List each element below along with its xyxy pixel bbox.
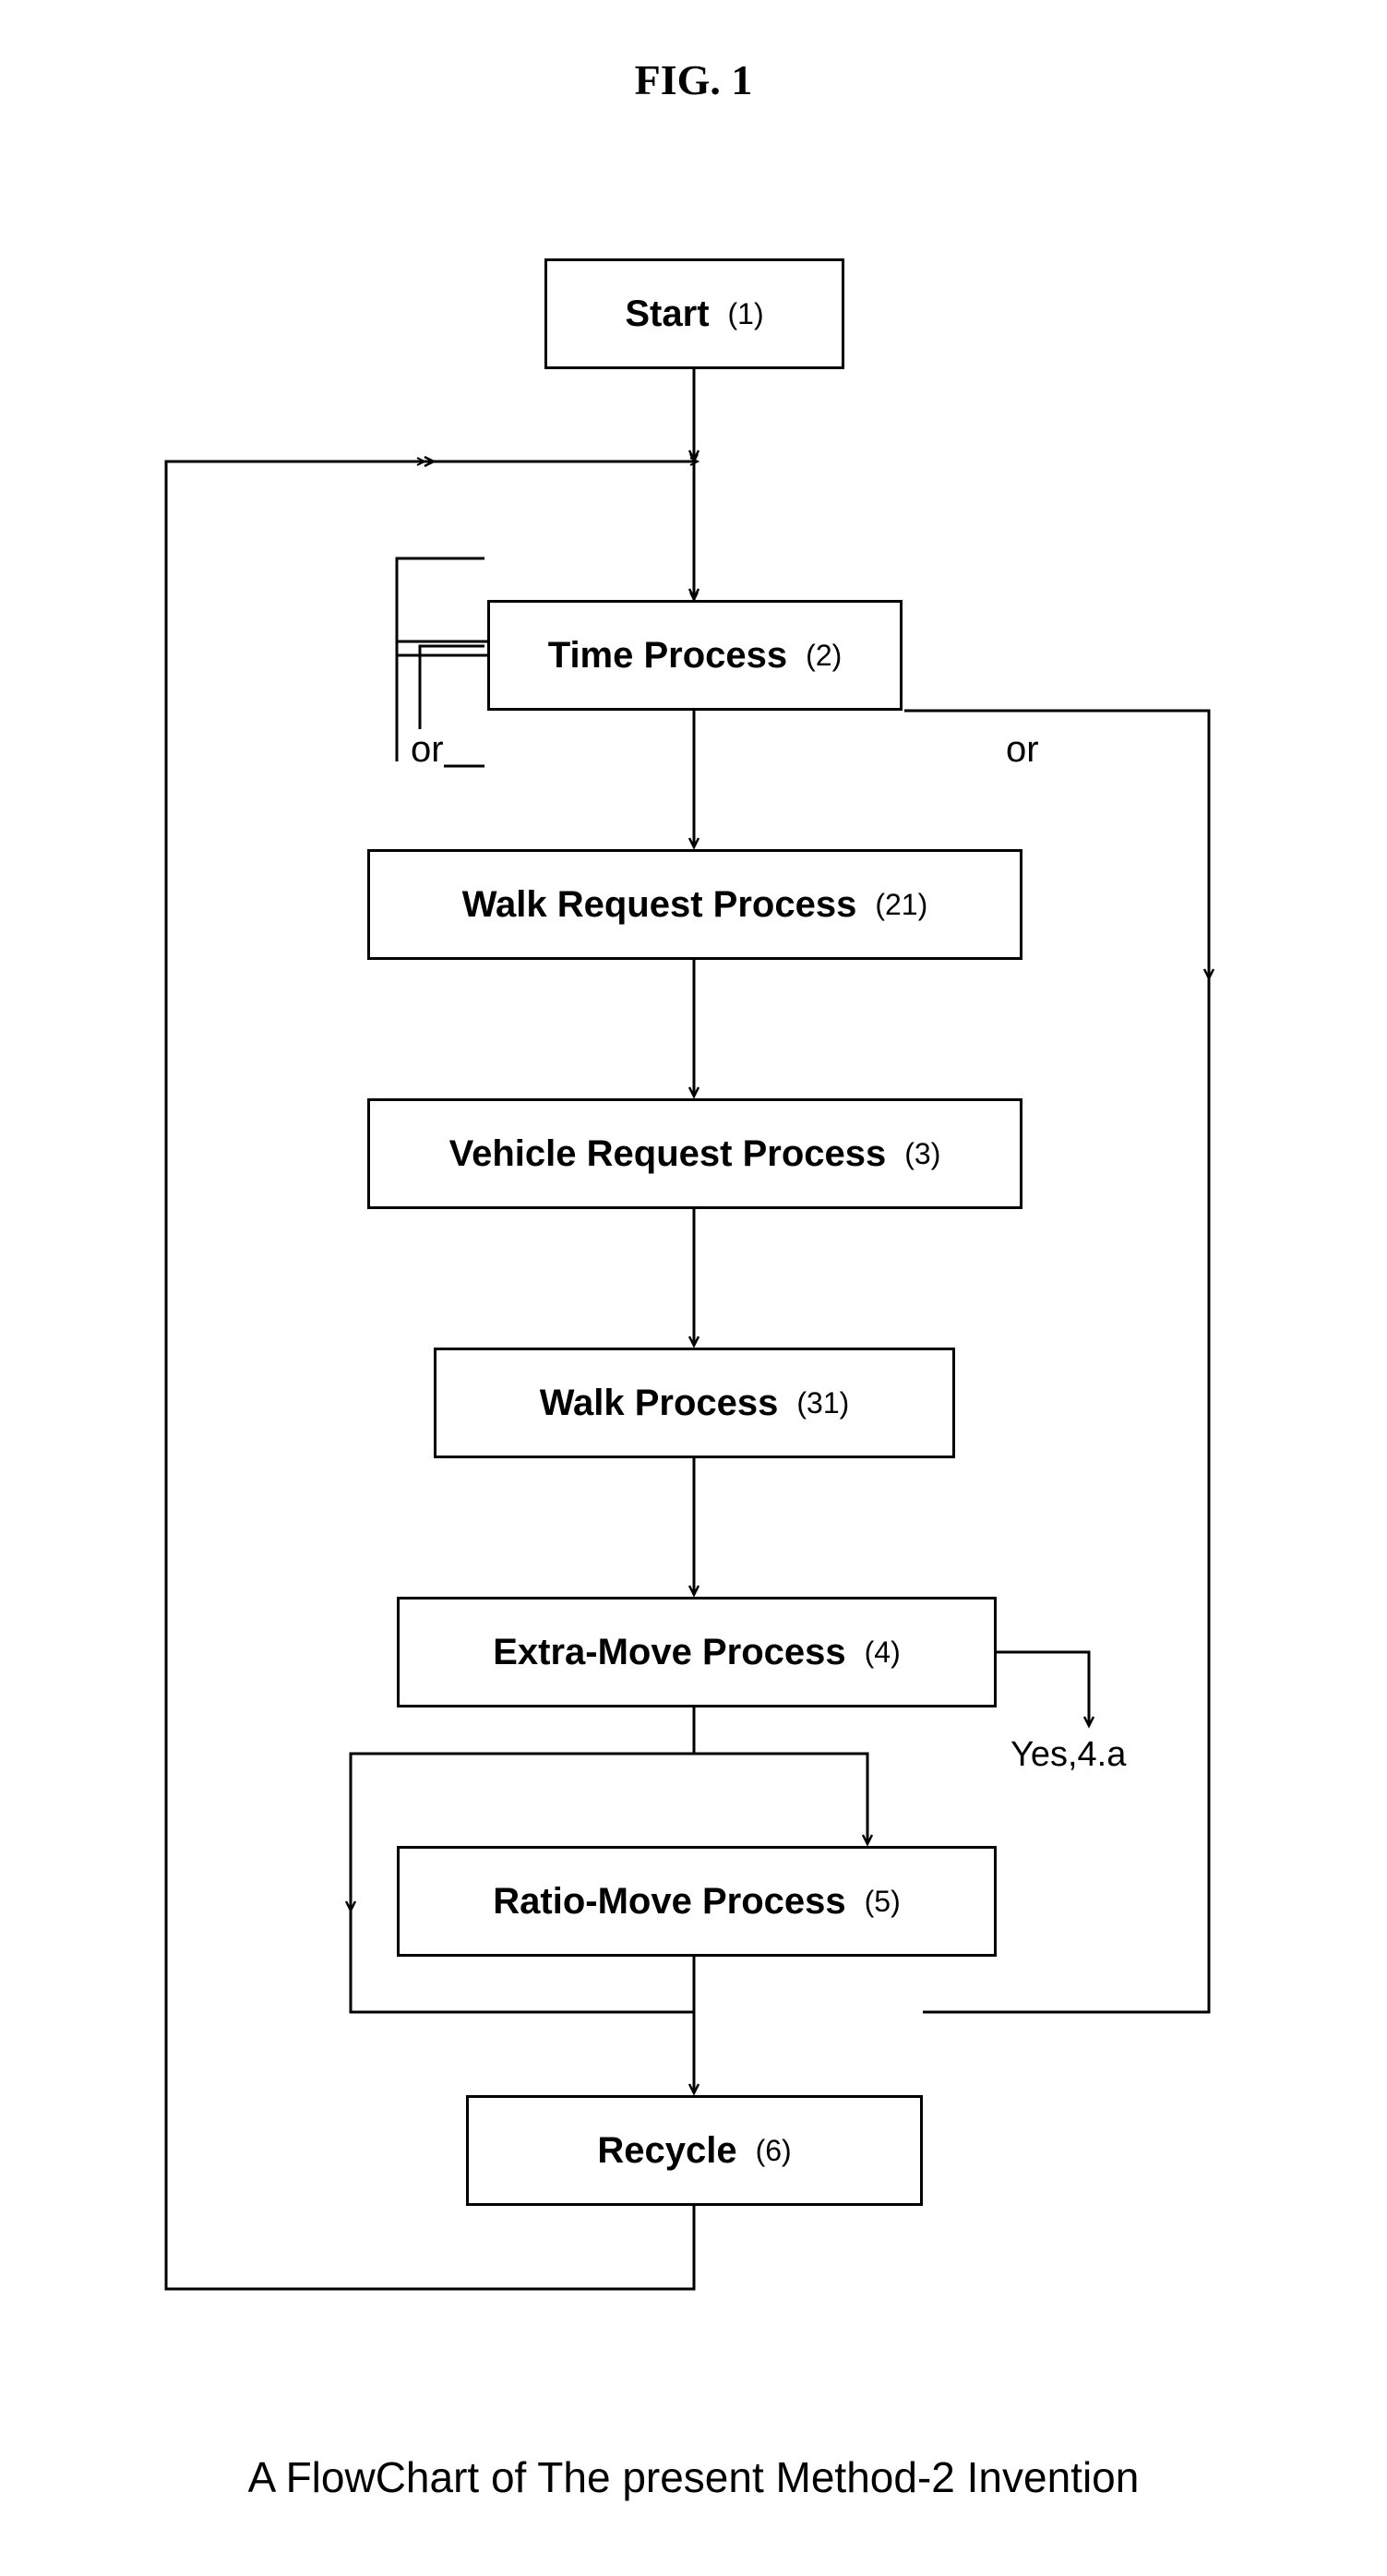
node-ref: (21) [875, 888, 927, 922]
node-label: Start [625, 294, 709, 335]
node-label: Walk Process [540, 1383, 779, 1424]
figure-title: FIG. 1 [635, 55, 753, 104]
node-ref: (4) [865, 1635, 901, 1670]
node-ref: (3) [904, 1137, 940, 1171]
node-ref: (31) [796, 1386, 849, 1420]
node-recycle: Recycle (6) [466, 2095, 923, 2206]
node-walk-process: Walk Process (31) [434, 1348, 955, 1458]
node-ratio-move: Ratio-Move Process (5) [397, 1846, 997, 1957]
node-ref: (6) [756, 2134, 792, 2168]
node-label: Ratio-Move Process [493, 1881, 845, 1923]
node-time-process: Time Process (2) [487, 600, 903, 711]
node-label: Extra-Move Process [493, 1632, 845, 1673]
edge-label-yes-4a: Yes,4.a [1010, 1735, 1126, 1775]
edge-label-right-or: or [1006, 729, 1039, 771]
node-start: Start (1) [544, 258, 844, 369]
node-ref: (1) [728, 297, 764, 331]
node-label: Walk Request Process [462, 884, 857, 926]
edge-label-left-or: or [411, 729, 444, 771]
node-label: Time Process [548, 635, 787, 677]
node-label: Vehicle Request Process [449, 1133, 887, 1175]
node-label: Recycle [597, 2130, 736, 2172]
figure-caption: A FlowChart of The present Method-2 Inve… [248, 2452, 1140, 2502]
node-ref: (5) [865, 1885, 901, 1919]
node-vehicle-request: Vehicle Request Process (3) [367, 1098, 1022, 1209]
node-ref: (2) [806, 639, 842, 673]
node-extra-move: Extra-Move Process (4) [397, 1597, 997, 1707]
node-walk-request: Walk Request Process (21) [367, 849, 1022, 960]
